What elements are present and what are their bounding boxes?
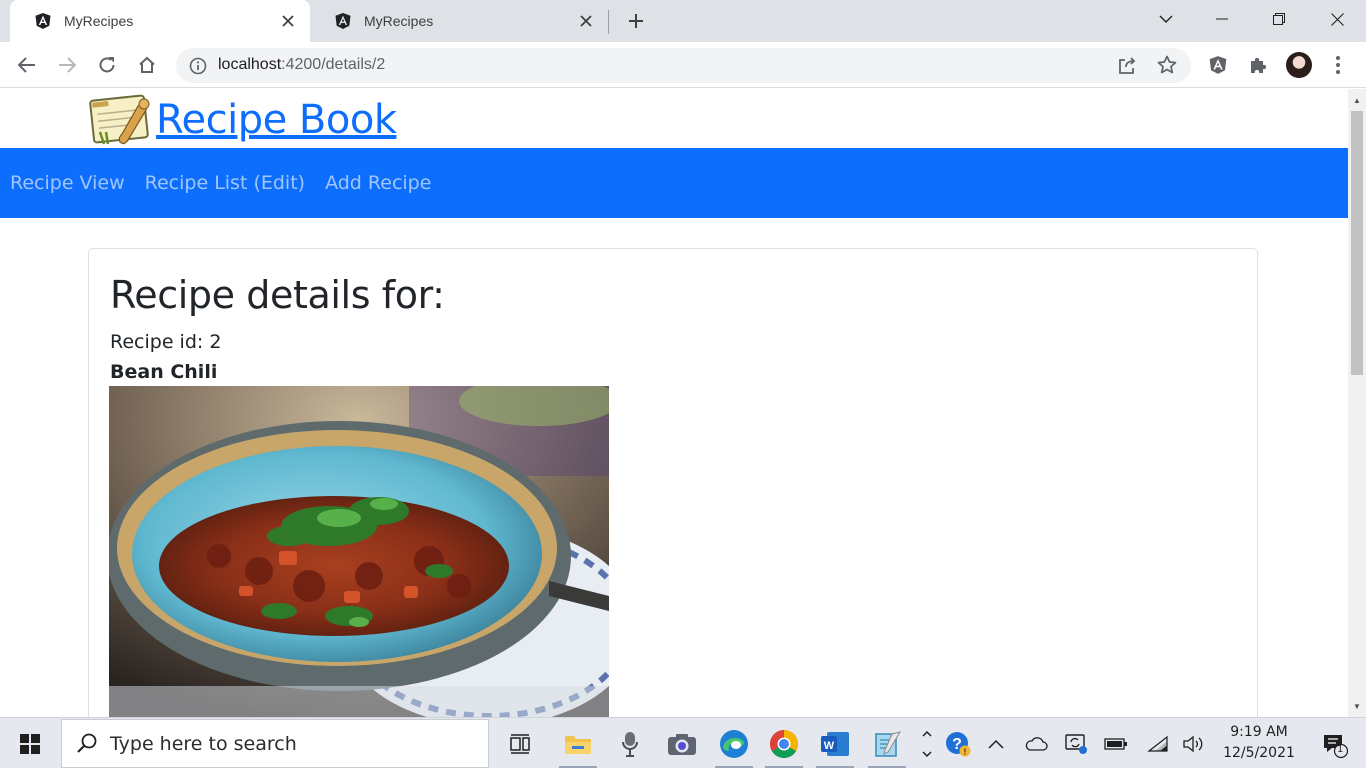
restore-button[interactable] [1251,0,1307,38]
chrome-browser-icon[interactable] [759,718,809,768]
bookmark-star-icon[interactable] [1156,54,1178,76]
recipe-name: Bean Chili [110,361,218,383]
network-sync-icon[interactable] [1060,718,1092,768]
close-tab-icon[interactable] [280,13,296,29]
svg-text:!: ! [964,747,967,756]
tab-search-chevron-icon[interactable] [1138,0,1194,38]
main-navbar: Recipe View Recipe List (Edit) Add Recip… [0,148,1348,218]
tab-title: MyRecipes [364,13,434,29]
share-icon[interactable] [1116,55,1138,77]
windows-logo-icon [20,733,40,754]
new-tab-button[interactable] [624,9,648,33]
page-scrollbar[interactable]: ▲ ▼ [1348,89,1366,717]
volume-icon[interactable] [1178,718,1210,768]
forward-button[interactable] [52,50,82,80]
camera-icon[interactable] [657,718,707,768]
recipe-details-card: Recipe details for: Recipe id: 2 Bean Ch… [88,248,1258,717]
browser-tab-2[interactable]: MyRecipes [310,0,608,42]
task-view-icon[interactable] [496,718,546,768]
search-icon [76,732,100,756]
browser-toolbar: localhost:4200/details/2 [0,42,1366,88]
tab-separator [608,10,609,34]
help-icon[interactable]: ?! [940,718,976,768]
nav-add-recipe[interactable]: Add Recipe [325,172,431,194]
site-info-icon[interactable] [188,56,208,76]
recipe-id-text: Recipe id: 2 [110,331,222,353]
battery-icon[interactable] [1100,718,1132,768]
back-button[interactable] [12,50,42,80]
action-center-button[interactable]: 1 [1310,718,1360,768]
edge-browser-icon[interactable] [709,718,759,768]
onedrive-cloud-icon[interactable] [1020,718,1052,768]
show-hidden-icons-chevron-icon[interactable] [982,718,1010,768]
minimize-button[interactable] [1194,0,1250,38]
clock-time: 9:19 AM [1230,724,1288,740]
notepad-icon[interactable] [862,718,912,768]
page-viewport: Recipe Book Recipe View Recipe List (Edi… [0,89,1348,717]
page-title: Recipe details for: [110,273,445,317]
clock-date: 12/5/2021 [1223,745,1295,761]
angular-icon [334,12,352,30]
brand[interactable]: Recipe Book [88,91,397,149]
angular-icon [34,12,52,30]
scrollbar-thumb[interactable] [1351,111,1363,375]
taskbar-overflow-chevrons[interactable] [914,718,940,768]
svg-text:W: W [824,740,835,752]
browser-tab-1[interactable]: MyRecipes [10,0,310,42]
taskbar-search-box[interactable]: Type here to search [61,719,489,768]
angular-devtools-extension-icon[interactable] [1203,50,1233,80]
close-window-button[interactable] [1309,0,1365,38]
brand-title-link[interactable]: Recipe Book [156,97,397,143]
recipe-card-logo-icon [88,92,152,148]
scroll-down-icon[interactable]: ▼ [1348,697,1366,715]
system-clock[interactable]: 9:19 AM 12/5/2021 [1214,722,1304,764]
word-icon[interactable]: W [810,718,860,768]
close-tab-icon[interactable] [578,13,594,29]
url-text[interactable]: localhost:4200/details/2 [218,56,385,74]
nav-recipe-list-edit[interactable]: Recipe List (Edit) [145,172,305,194]
start-button[interactable] [0,718,60,768]
address-bar[interactable]: localhost:4200/details/2 [176,48,1191,83]
search-placeholder: Type here to search [110,732,297,755]
windows-taskbar: Type here to search W ?! 9:19 AM 12/5/20… [0,717,1366,768]
tab-title: MyRecipes [64,13,134,29]
tab-strip: MyRecipes MyRecipes [0,0,1366,42]
nav-recipe-view[interactable]: Recipe View [10,172,125,194]
url-path: :4200/details/2 [281,56,386,73]
profile-avatar[interactable] [1286,52,1312,78]
extensions-puzzle-icon[interactable] [1243,50,1273,80]
scroll-up-icon[interactable]: ▲ [1348,91,1366,109]
voice-recorder-icon[interactable] [605,718,655,768]
url-host: localhost [218,56,282,73]
browser-menu-icon[interactable] [1323,50,1353,80]
reload-button[interactable] [92,50,122,80]
notification-count: 1 [1337,744,1344,755]
recipe-photo [109,386,609,717]
wifi-icon[interactable] [1142,718,1174,768]
file-explorer-icon[interactable] [553,718,603,768]
notification-icon [1324,734,1349,758]
home-button[interactable] [132,50,162,80]
